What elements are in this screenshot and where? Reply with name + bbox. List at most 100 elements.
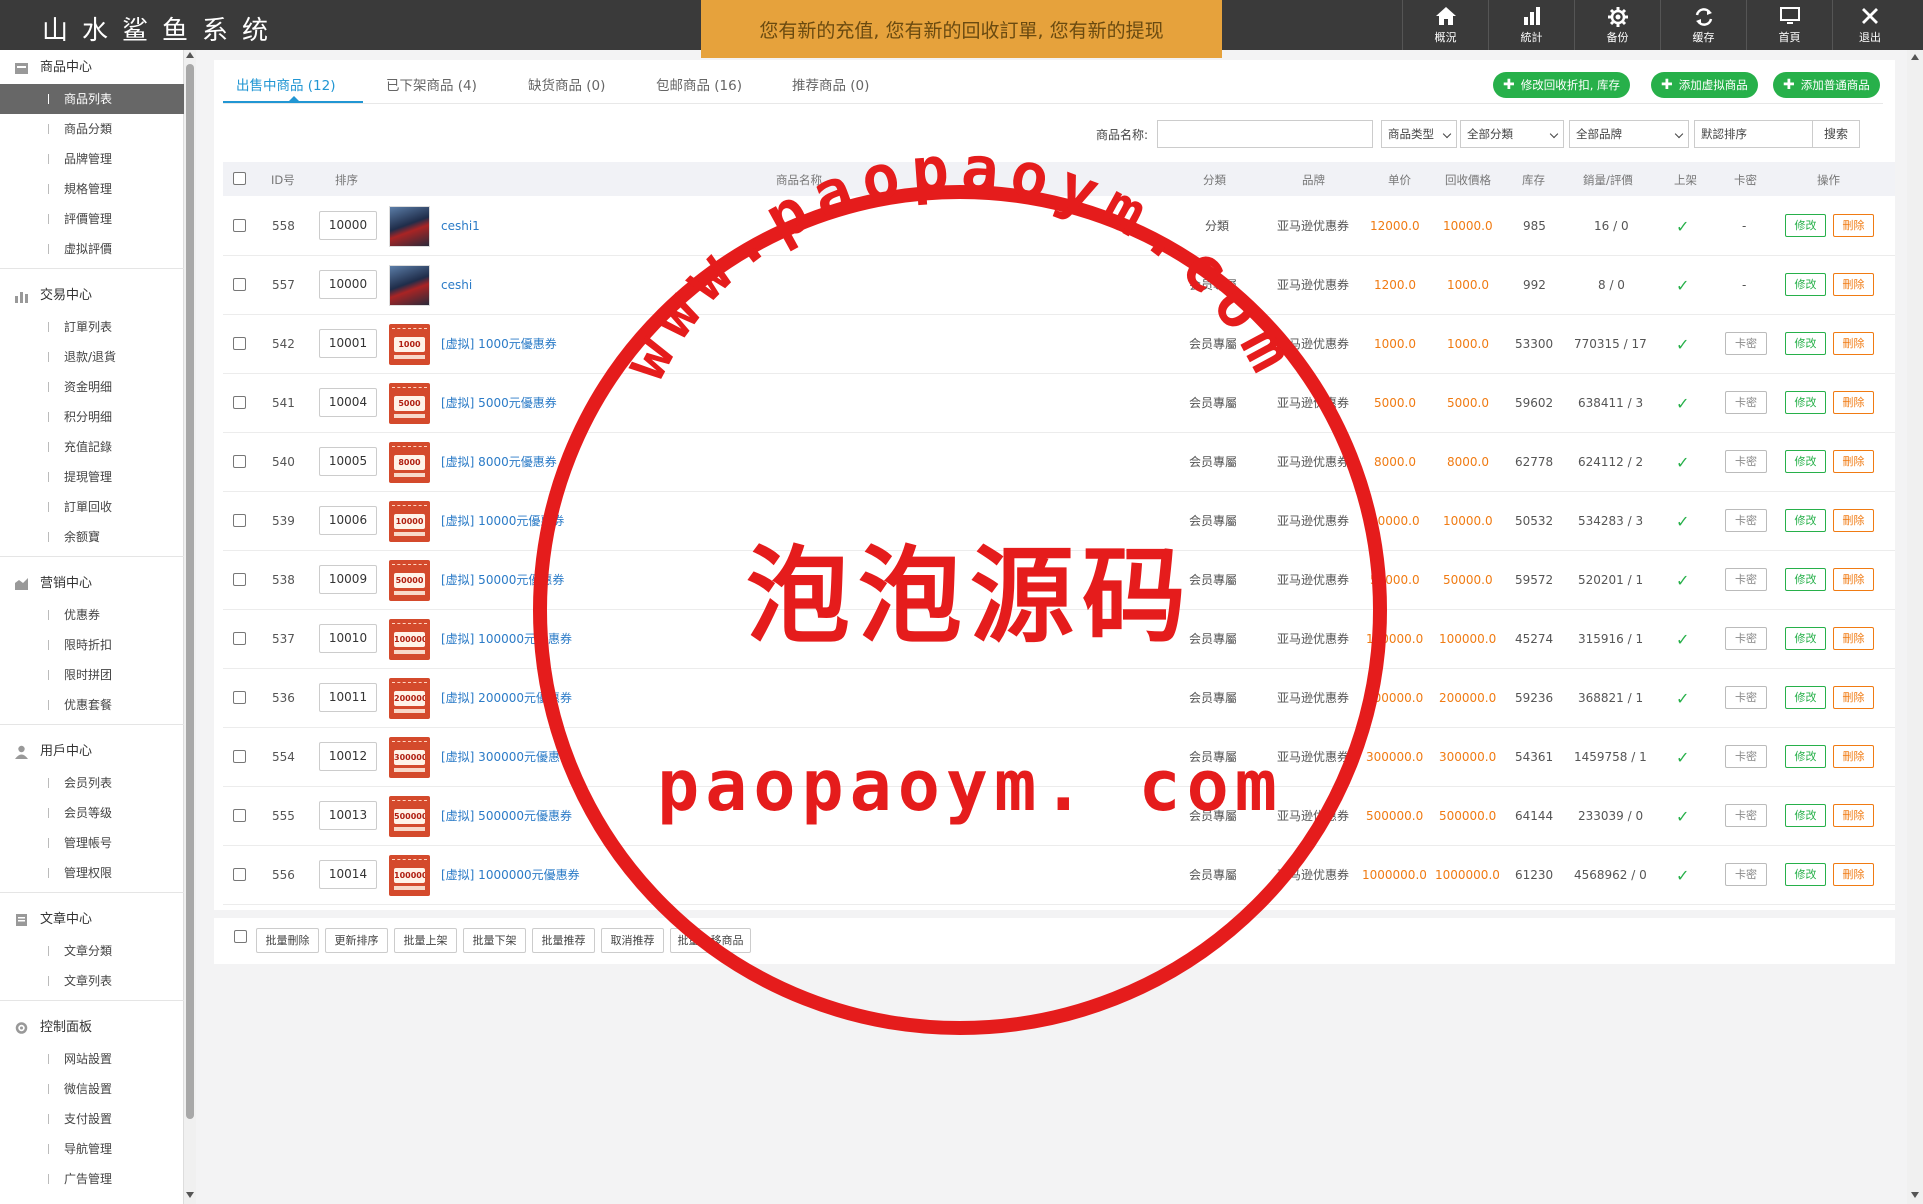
sidebar-item-article-list[interactable]: 文章列表 [0,966,184,996]
nav-cache[interactable]: 缓存 [1660,0,1746,50]
nav-logout[interactable]: 退出 [1832,0,1907,50]
goods-name-link[interactable]: [虚拟] 300000元優惠券 [441,728,572,787]
edit-button[interactable]: 修改 [1785,391,1826,414]
delete-button[interactable]: 刪除 [1833,214,1874,237]
category-select[interactable]: 全部分類 [1460,120,1564,148]
page-scrollbar[interactable] [1907,50,1923,1204]
on-shelf-check-icon[interactable]: ✓ [1676,787,1689,846]
sidebar-item-package[interactable]: 优惠套餐 [0,690,184,720]
edit-button[interactable]: 修改 [1785,627,1826,650]
delete-button[interactable]: 刪除 [1833,627,1874,650]
on-shelf-check-icon[interactable]: ✓ [1676,669,1689,728]
goods-thumbnail[interactable]: 8000 [389,442,430,483]
sidebar-group-title[interactable]: 用戶中心 [0,736,184,768]
sidebar-group-title[interactable]: 控制面板 [0,1012,184,1044]
sidebar-item-balance[interactable]: 余额寶 [0,522,184,552]
tab-recommended[interactable]: 推荐商品 (0) [792,74,869,110]
row-checkbox[interactable] [233,573,246,586]
card-secret-button[interactable]: 卡密 [1725,509,1767,532]
sort-input[interactable]: 10000 [319,270,377,299]
on-shelf-check-icon[interactable]: ✓ [1676,846,1689,905]
goods-type-select[interactable]: 商品类型 [1381,120,1457,148]
batch-move-goods-button[interactable]: 批量上移商品 [670,928,751,953]
nav-overview[interactable]: 概況 [1402,0,1488,50]
goods-name-link[interactable]: ceshi1 [441,197,480,256]
sort-input[interactable]: 10012 [319,742,377,771]
goods-thumbnail[interactable]: 300000 [389,737,430,778]
goods-thumbnail[interactable]: 50000 [389,560,430,601]
goods-name-link[interactable]: [虚拟] 1000000元優惠券 [441,846,580,905]
sidebar-item-ads[interactable]: 广告管理 [0,1164,184,1194]
tab-on-sale[interactable]: 出售中商品 (12) [236,74,336,110]
scroll-up-icon[interactable] [1911,54,1919,60]
nav-backup[interactable]: 备份 [1574,0,1660,50]
sidebar-item-virtual-review[interactable]: 虚拟評價 [0,234,184,264]
sidebar-item-group-buy[interactable]: 限时拼团 [0,660,184,690]
sidebar-item-coupon[interactable]: 优惠券 [0,600,184,630]
on-shelf-check-icon[interactable]: ✓ [1676,433,1689,492]
edit-button[interactable]: 修改 [1785,804,1826,827]
sort-input[interactable]: 10009 [319,565,377,594]
edit-button[interactable]: 修改 [1785,214,1826,237]
sort-input[interactable]: 10001 [319,329,377,358]
nav-statistics[interactable]: 統計 [1488,0,1574,50]
sidebar-group-title[interactable]: 文章中心 [0,904,184,936]
sidebar-group-title[interactable]: 营销中心 [0,568,184,600]
sort-input[interactable]: 10004 [319,388,377,417]
sidebar-item-orders[interactable]: 訂單列表 [0,312,184,342]
sort-input[interactable]: 10014 [319,860,377,889]
sidebar-item-review[interactable]: 評價管理 [0,204,184,234]
cancel-recommend-button[interactable]: 取消推荐 [601,928,664,953]
row-checkbox[interactable] [233,868,246,881]
goods-name-link[interactable]: [虚拟] 8000元優惠券 [441,433,557,492]
card-secret-button[interactable]: 卡密 [1725,863,1767,886]
card-secret-button[interactable]: 卡密 [1725,450,1767,473]
row-checkbox[interactable] [233,750,246,763]
card-secret-button[interactable]: 卡密 [1725,332,1767,355]
scroll-up-icon[interactable] [186,52,194,58]
edit-button[interactable]: 修改 [1785,332,1826,355]
goods-thumbnail[interactable]: 100000 [389,619,430,660]
goods-name-link[interactable]: [虚拟] 200000元優惠券 [441,669,572,728]
goods-thumbnail[interactable]: 500000 [389,796,430,837]
brand-select[interactable]: 全部品牌 [1569,120,1689,148]
on-shelf-check-icon[interactable]: ✓ [1676,197,1689,256]
sidebar-item-refunds[interactable]: 退款/退貨 [0,342,184,372]
sidebar-item-recharge[interactable]: 充值記錄 [0,432,184,462]
goods-name-link[interactable]: [虚拟] 1000元優惠券 [441,315,557,374]
sort-input[interactable]: 10011 [319,683,377,712]
sort-input[interactable]: 10010 [319,624,377,653]
sidebar-item-brand[interactable]: 品牌管理 [0,144,184,174]
sidebar-item-nav-manage[interactable]: 导航管理 [0,1134,184,1164]
delete-button[interactable]: 刪除 [1833,509,1874,532]
batch-off-shelf-button[interactable]: 批量下架 [463,928,526,953]
select-all-checkbox[interactable] [233,172,246,185]
goods-name-link[interactable]: [虚拟] 5000元優惠券 [441,374,557,433]
goods-name-link[interactable]: ceshi [441,256,472,315]
add-virtual-goods-button[interactable]: ✚ 添加虚拟商品 [1651,72,1758,98]
sidebar-item-goods-list[interactable]: 商品列表 [0,84,184,114]
on-shelf-check-icon[interactable]: ✓ [1676,551,1689,610]
goods-thumbnail[interactable]: 5000 [389,383,430,424]
delete-button[interactable]: 刪除 [1833,863,1874,886]
card-secret-button[interactable]: 卡密 [1725,391,1767,414]
tab-free-shipping[interactable]: 包邮商品 (16) [656,74,742,110]
on-shelf-check-icon[interactable]: ✓ [1676,492,1689,551]
sidebar-item-site-settings[interactable]: 网站設置 [0,1044,184,1074]
add-normal-goods-button[interactable]: ✚ 添加普通商品 [1773,72,1880,98]
search-input[interactable] [1157,120,1373,148]
edit-button[interactable]: 修改 [1785,509,1826,532]
row-checkbox[interactable] [233,514,246,527]
delete-button[interactable]: 刪除 [1833,450,1874,473]
row-checkbox[interactable] [233,278,246,291]
goods-name-link[interactable]: [虚拟] 100000元優惠券 [441,610,572,669]
row-checkbox[interactable] [233,632,246,645]
on-shelf-check-icon[interactable]: ✓ [1676,374,1689,433]
goods-name-link[interactable]: [虚拟] 500000元優惠券 [441,787,572,846]
card-secret-button[interactable]: 卡密 [1725,686,1767,709]
goods-name-link[interactable]: [虚拟] 10000元優惠券 [441,492,564,551]
delete-button[interactable]: 刪除 [1833,391,1874,414]
goods-name-link[interactable]: [虚拟] 50000元優惠券 [441,551,564,610]
sort-select[interactable]: 默認排序 [1694,120,1830,148]
sidebar-item-article-category[interactable]: 文章分類 [0,936,184,966]
